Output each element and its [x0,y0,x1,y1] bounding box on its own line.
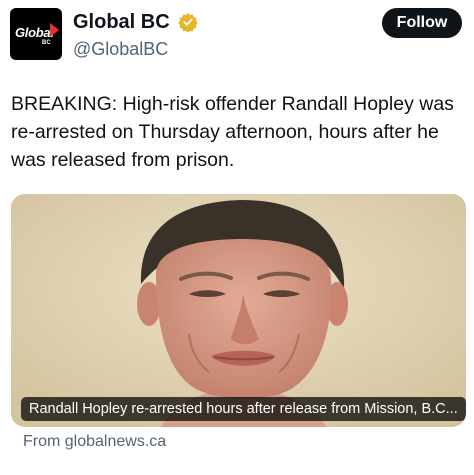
avatar[interactable]: Global BC [10,8,62,60]
avatar-logo-text: Global [15,25,54,40]
link-card[interactable]: Randall Hopley re-arrested hours after r… [11,194,466,427]
avatar-logo-subtext: BC [42,40,51,46]
follow-button[interactable]: Follow [382,8,462,38]
card-source-link[interactable]: From globalnews.ca [23,432,166,452]
account-name-block: Global BC @GlobalBC [73,10,198,60]
verified-badge-icon [178,13,198,32]
tweet-header: Global BC Global BC @GlobalBC Follow [0,0,474,70]
display-name[interactable]: Global BC [73,10,170,34]
tweet-text: BREAKING: High-risk offender Randall Hop… [11,93,454,171]
account-handle[interactable]: @GlobalBC [73,38,198,60]
logo-mark-icon [50,23,59,37]
card-photo [11,194,466,427]
card-caption: Randall Hopley re-arrested hours after r… [21,397,466,421]
